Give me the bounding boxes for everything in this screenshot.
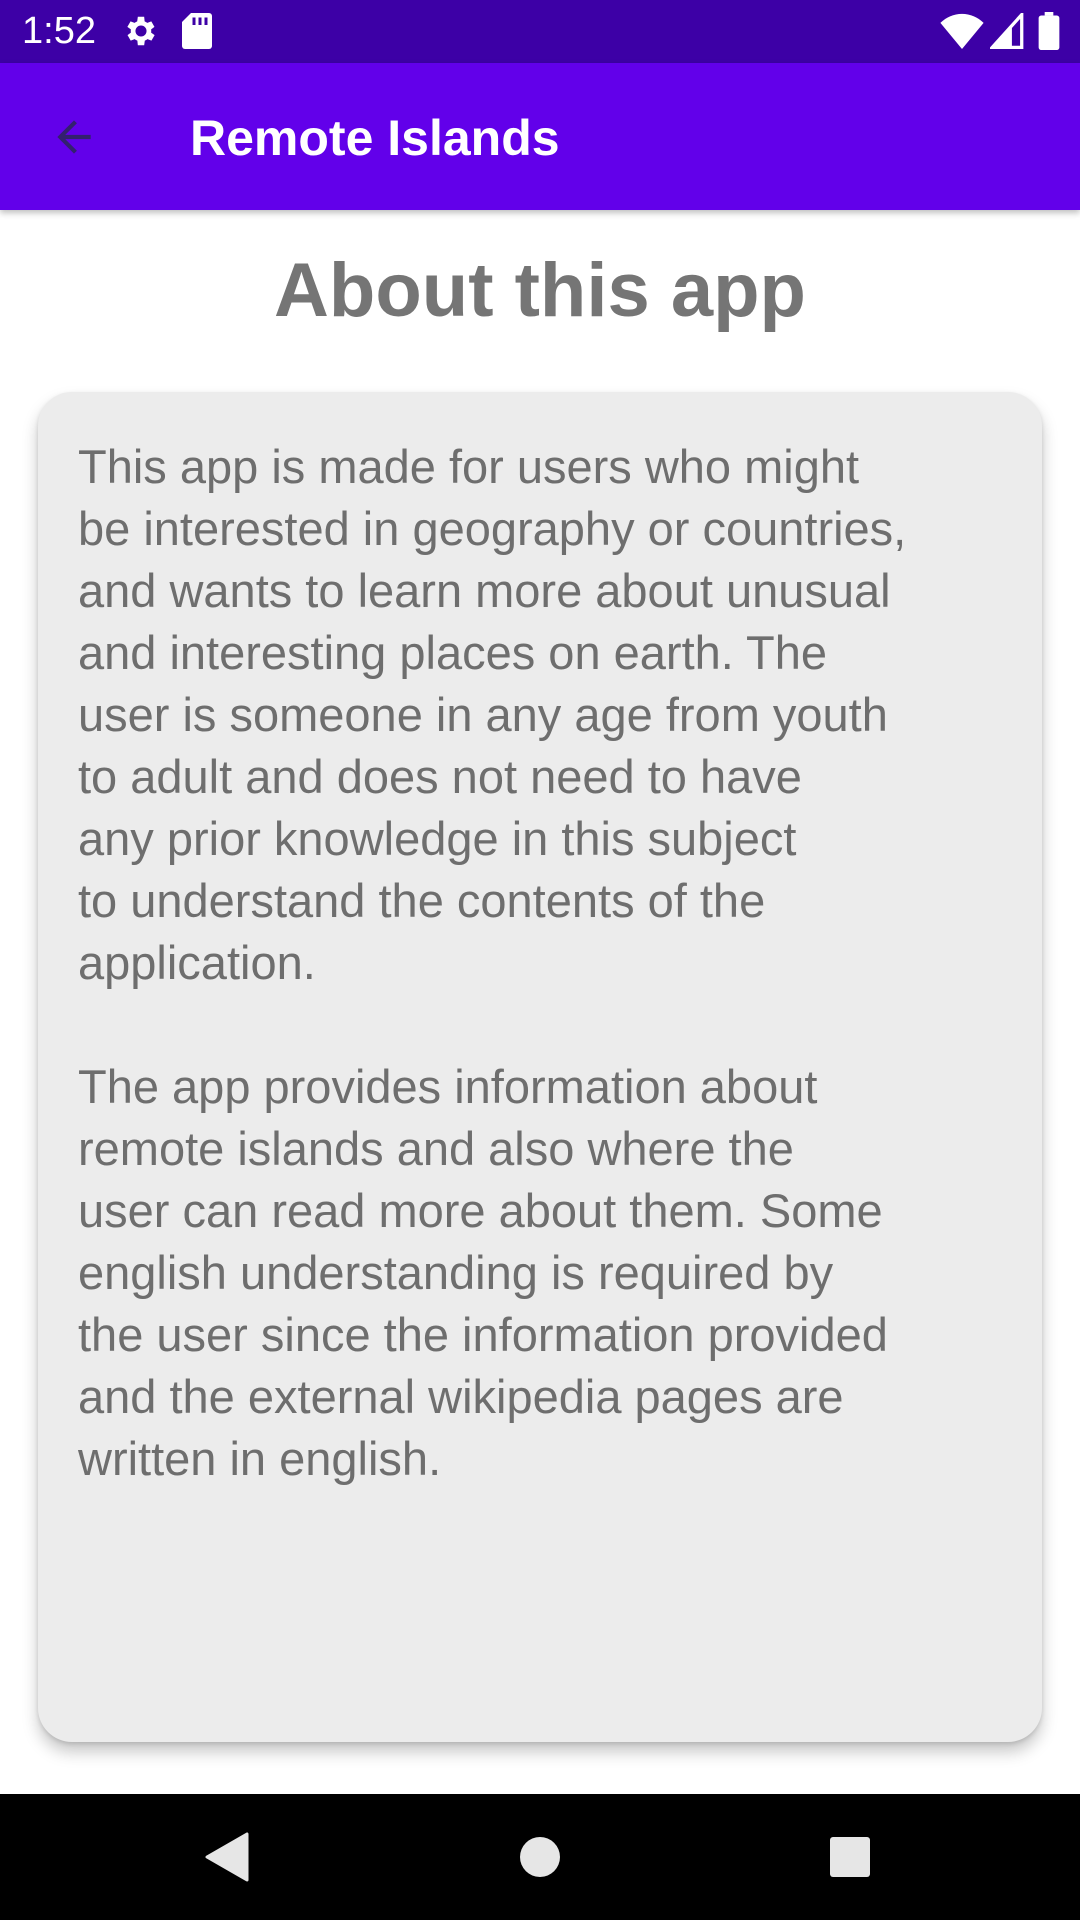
sd-card-icon: [182, 13, 212, 49]
status-time: 1:52: [22, 10, 96, 52]
status-bar: 1:52: [0, 0, 1080, 63]
wifi-icon: [940, 13, 984, 49]
system-nav-bar: [0, 1794, 1080, 1920]
nav-back-icon: [205, 1832, 249, 1882]
nav-back-button[interactable]: [196, 1827, 256, 1887]
back-button[interactable]: [26, 98, 122, 176]
about-card: This app is made for users who might be …: [38, 392, 1042, 1742]
nav-home-icon: [520, 1837, 560, 1877]
about-paragraph-content: The app provides information about remot…: [78, 1060, 888, 1485]
app-bar: Remote Islands: [0, 63, 1080, 210]
battery-icon: [1038, 12, 1060, 50]
about-paragraph-audience: This app is made for users who might be …: [78, 440, 907, 989]
app-title: Remote Islands: [190, 110, 560, 166]
nav-recents-icon: [830, 1837, 870, 1877]
nav-recents-button[interactable]: [820, 1827, 880, 1887]
about-screen: 1:52 Remote Islands About this app This …: [0, 0, 1080, 1920]
gear-icon: [127, 16, 155, 46]
nav-home-button[interactable]: [510, 1827, 570, 1887]
page-title: About this app: [274, 248, 806, 333]
cell-signal-icon: [990, 13, 1024, 49]
arrow-left-icon: [57, 120, 91, 154]
